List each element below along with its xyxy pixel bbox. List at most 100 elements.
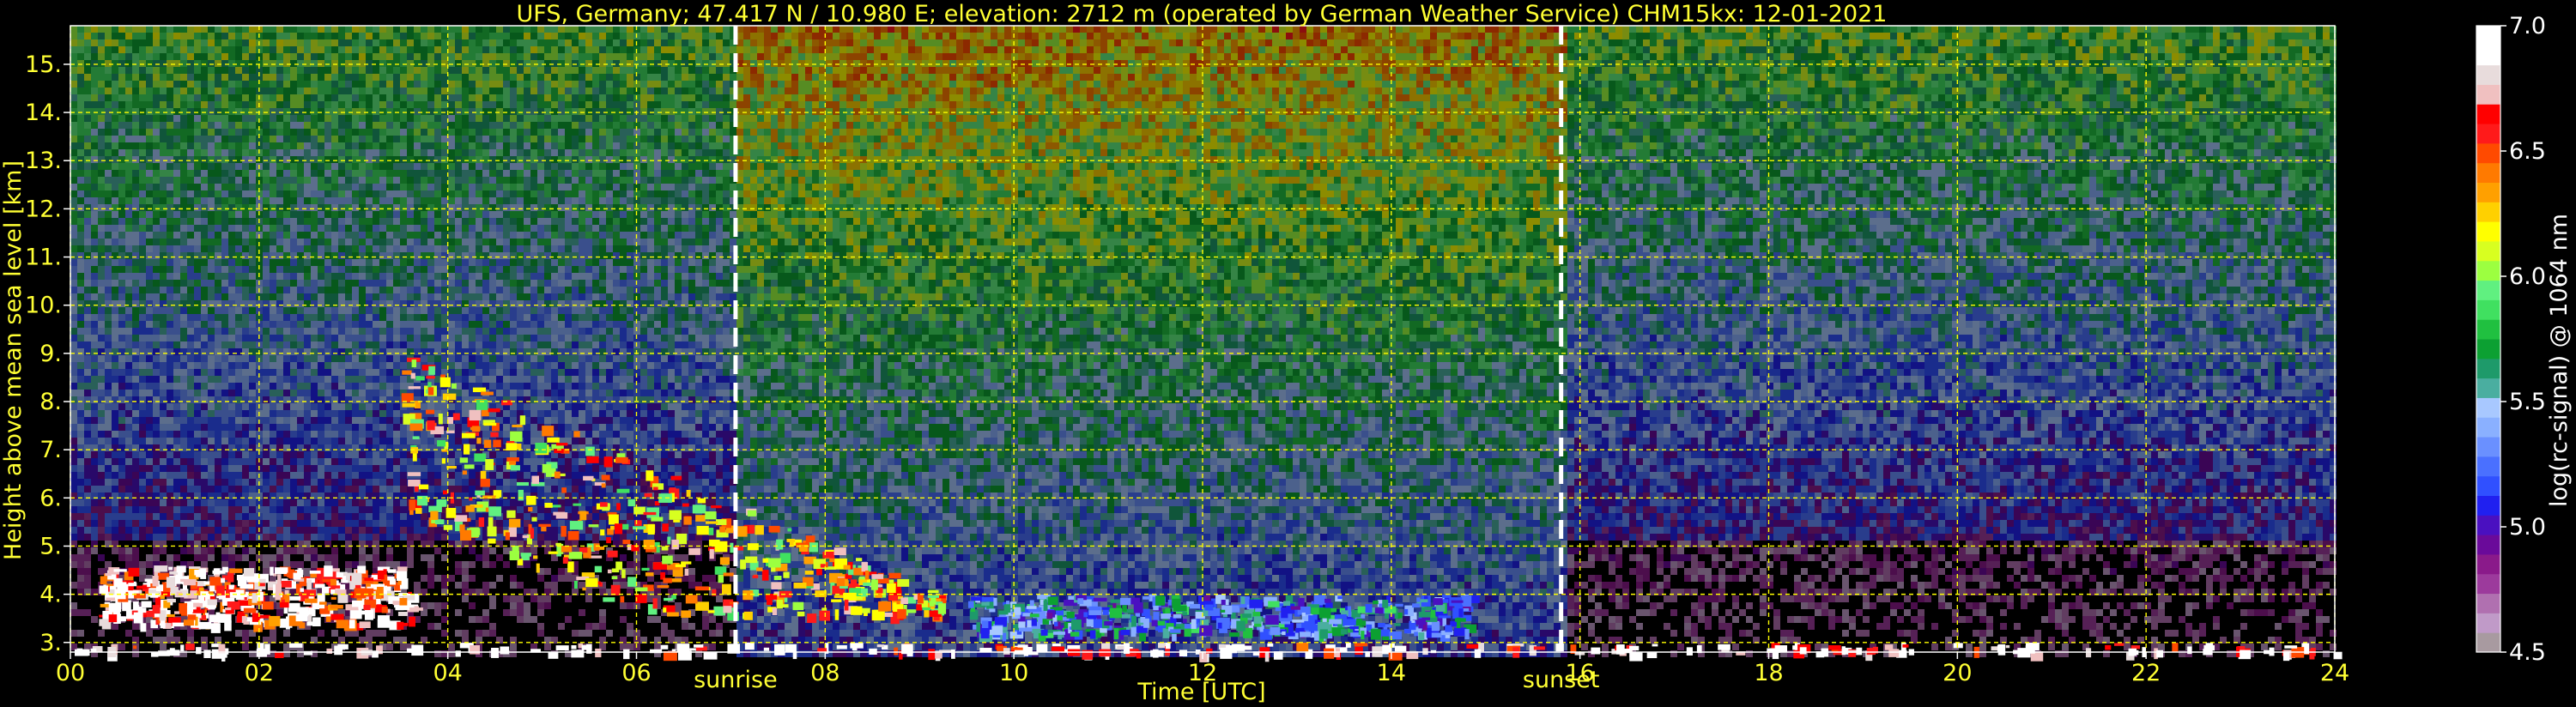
- noise-cell: [1403, 33, 1409, 39]
- noise-cell: [1670, 101, 1677, 108]
- noise-cell: [2158, 67, 2165, 74]
- noise-cell: [2282, 74, 2288, 81]
- noise-cell: [997, 108, 1004, 115]
- noise-cell: [1149, 108, 1155, 115]
- noise-cell: [2062, 122, 2069, 129]
- noise-cell: [2220, 26, 2227, 33]
- noise-cell: [1767, 60, 1773, 67]
- noise-cell: [640, 46, 647, 53]
- noise-cell: [2234, 26, 2240, 33]
- noise-cell: [476, 33, 482, 39]
- noise-cell: [482, 60, 489, 67]
- noise-cell: [221, 88, 228, 94]
- noise-cell: [1403, 53, 1409, 60]
- noise-cell: [469, 46, 476, 53]
- noise-cell: [1176, 81, 1183, 88]
- noise-cell: [2007, 26, 2014, 33]
- noise-cell: [2254, 88, 2261, 94]
- noise-cell: [2041, 60, 2048, 67]
- noise-cell: [118, 53, 125, 60]
- noise-cell: [517, 88, 524, 94]
- noise-cell: [599, 81, 606, 88]
- noise-cell: [991, 88, 997, 94]
- noise-cell: [530, 33, 537, 39]
- noise-cell: [125, 39, 132, 46]
- noise-cell: [1293, 108, 1300, 115]
- noise-cell: [1636, 46, 1643, 53]
- noise-cell: [826, 60, 833, 67]
- noise-cell: [160, 33, 167, 39]
- noise-cell: [125, 115, 132, 122]
- noise-cell: [2179, 46, 2185, 53]
- noise-cell: [537, 67, 544, 74]
- noise-cell: [503, 115, 510, 122]
- noise-cell: [1485, 60, 1492, 67]
- noise-cell: [139, 67, 146, 74]
- noise-cell: [1979, 39, 1986, 46]
- noise-cell: [421, 60, 427, 67]
- noise-cell: [441, 115, 448, 122]
- noise-cell: [1320, 46, 1327, 53]
- noise-cell: [2096, 108, 2103, 115]
- noise-cell: [414, 94, 421, 101]
- noise-cell: [970, 60, 977, 67]
- noise-cell: [524, 115, 530, 122]
- noise-cell: [2172, 26, 2179, 33]
- noise-cell: [373, 108, 379, 115]
- noise-cell: [201, 74, 208, 81]
- noise-cell: [249, 115, 256, 122]
- noise-cell: [949, 60, 956, 67]
- noise-cell: [1533, 122, 1540, 129]
- noise-cell: [167, 26, 173, 33]
- noise-cell: [1224, 122, 1231, 129]
- noise-cell: [1080, 108, 1087, 115]
- noise-cell: [2234, 81, 2240, 88]
- noise-cell: [2034, 74, 2041, 81]
- noise-cell: [750, 53, 757, 60]
- noise-cell: [867, 115, 874, 122]
- noise-cell: [929, 53, 936, 60]
- noise-cell: [764, 88, 771, 94]
- noise-cell: [2000, 26, 2007, 33]
- noise-cell: [194, 33, 201, 39]
- noise-cell: [723, 33, 730, 39]
- noise-cell: [1389, 88, 1396, 94]
- noise-cell: [1355, 67, 1361, 74]
- noise-cell: [530, 101, 537, 108]
- noise-cell: [1883, 115, 1890, 122]
- noise-cell: [427, 81, 434, 88]
- noise-cell: [1821, 67, 1828, 74]
- noise-cell: [922, 88, 929, 94]
- noise-cell: [860, 74, 867, 81]
- noise-cell: [194, 88, 201, 94]
- noise-cell: [338, 88, 345, 94]
- noise-cell: [606, 74, 613, 81]
- noise-cell: [91, 33, 98, 39]
- noise-cell: [1327, 94, 1334, 101]
- noise-cell: [1883, 67, 1890, 74]
- noise-cell: [1581, 81, 1588, 88]
- noise-cell: [750, 67, 757, 74]
- noise-cell: [235, 101, 242, 108]
- noise-cell: [125, 129, 132, 136]
- noise-cell: [2069, 108, 2076, 115]
- noise-cell: [2213, 46, 2220, 53]
- noise-cell: [949, 33, 956, 39]
- noise-cell: [1691, 74, 1698, 81]
- noise-cell: [544, 122, 551, 129]
- noise-cell: [510, 108, 517, 115]
- noise-cell: [1499, 101, 1506, 108]
- noise-cell: [1938, 88, 1945, 94]
- noise-cell: [654, 88, 661, 94]
- noise-cell: [2082, 67, 2089, 74]
- noise-cell: [1046, 101, 1052, 108]
- noise-cell: [112, 39, 118, 46]
- noise-cell: [537, 46, 544, 53]
- noise-cell: [297, 46, 304, 53]
- noise-cell: [469, 81, 476, 88]
- noise-cell: [1066, 67, 1073, 74]
- noise-cell: [379, 26, 386, 33]
- noise-cell: [1025, 53, 1032, 60]
- noise-cell: [1066, 94, 1073, 101]
- noise-cell: [778, 67, 785, 74]
